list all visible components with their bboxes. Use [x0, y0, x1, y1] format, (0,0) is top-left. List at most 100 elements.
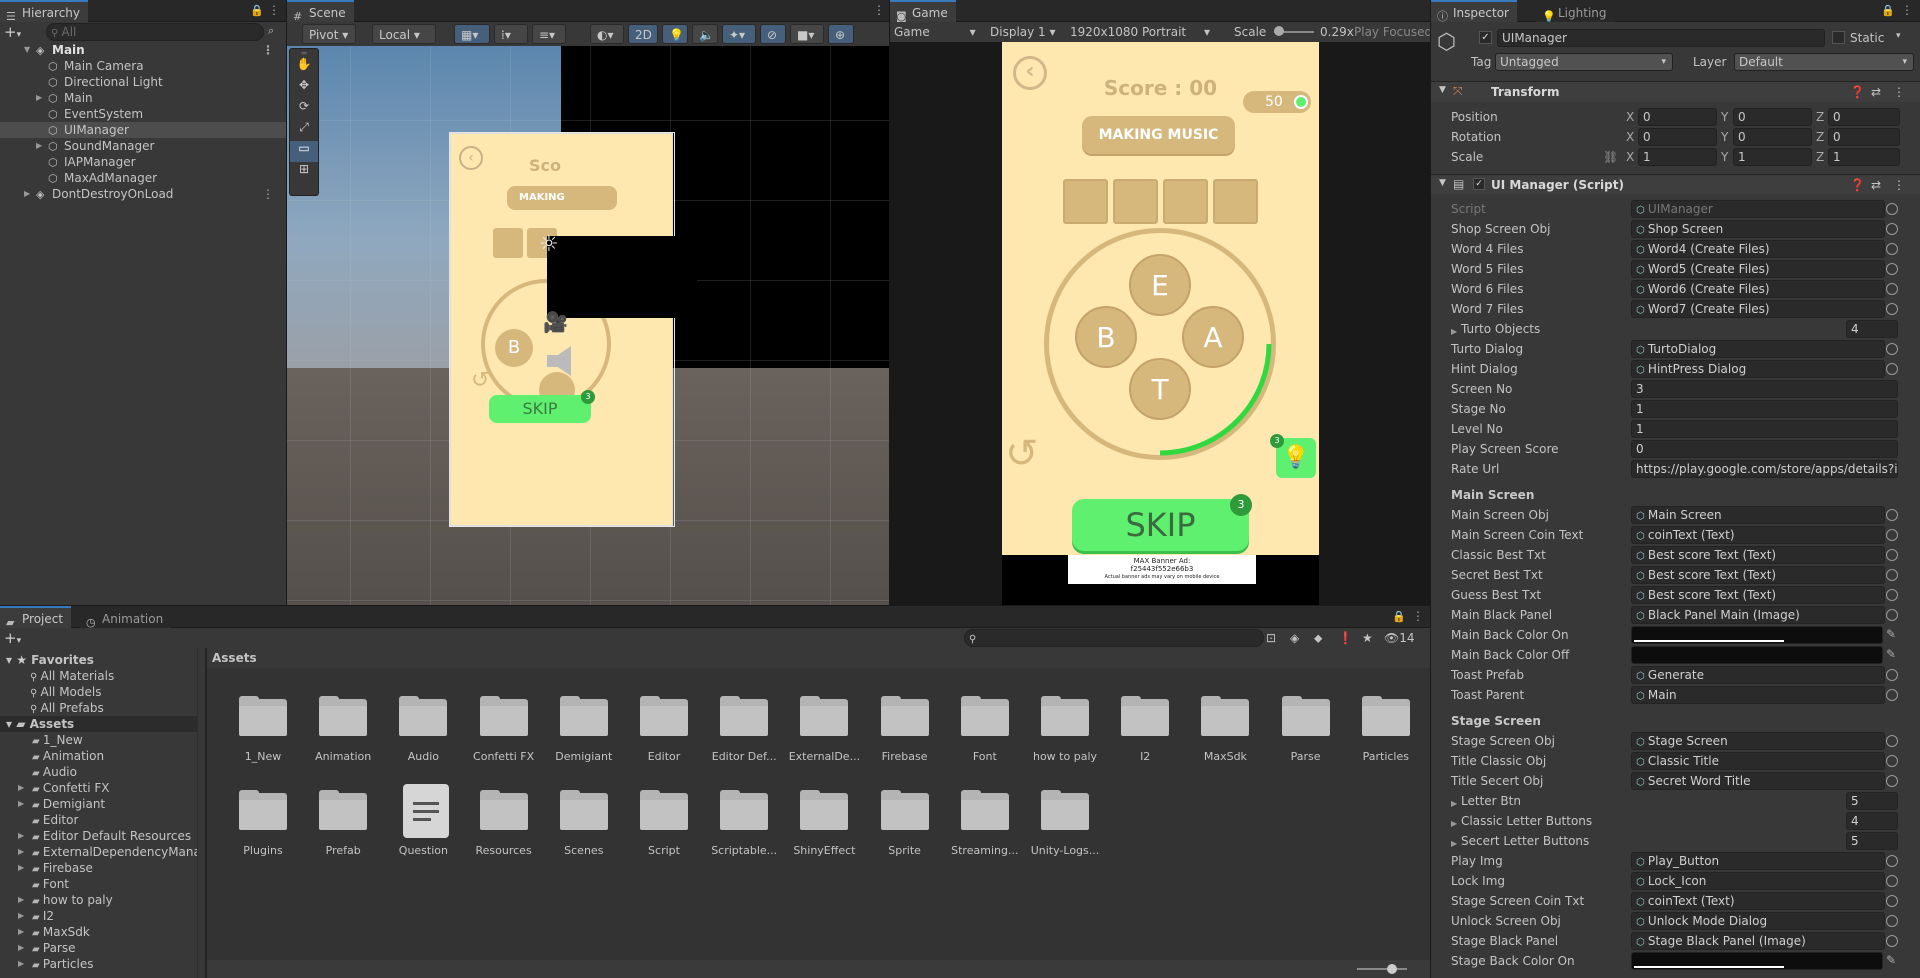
tab-project[interactable]: ▰ Project [0, 606, 72, 629]
object-reference-field[interactable]: ⬡ Best score Text (Text) [1631, 586, 1885, 604]
folder-tree-item[interactable]: ▶ ▰ Demigiant [0, 796, 198, 812]
eyedropper-icon[interactable]: ✎ [1886, 953, 1896, 967]
object-picker-icon[interactable] [1886, 509, 1898, 521]
folder-tree-item[interactable]: ▰ Font [0, 876, 198, 892]
asset-item[interactable]: Demigiant [544, 696, 624, 776]
tab-animation[interactable]: ◷ Animation [80, 606, 172, 629]
folder-tree-item[interactable]: ▶ ▰ I2 [0, 908, 198, 924]
object-picker-icon[interactable] [1886, 549, 1898, 561]
asset-item[interactable]: how to paly [1025, 696, 1105, 776]
object-reference-field[interactable]: ⬡ Unlock Mode Dialog [1631, 912, 1885, 930]
more-menu-icon[interactable]: ⋮ [268, 3, 280, 17]
transform-z-field[interactable]: 1 [1828, 148, 1900, 166]
gizmos-toggle-icon[interactable]: ⊕ [828, 24, 854, 44]
foldout-arrow-icon[interactable]: ▶ [36, 138, 42, 154]
foldout-arrow-icon[interactable]: ▶ [18, 924, 24, 940]
object-reference-field[interactable]: ⬡ Stage Screen [1631, 732, 1885, 750]
color-field[interactable] [1631, 952, 1883, 970]
asset-item[interactable]: Scenes [544, 790, 624, 870]
object-picker-icon[interactable] [1886, 689, 1898, 701]
folder-tree-item[interactable]: ▶ ▰ Firebase [0, 860, 198, 876]
tab-inspector[interactable]: ⓘ Inspector [1431, 0, 1517, 23]
favorites-header[interactable]: ▾ ★ Favorites [6, 652, 94, 668]
component-menu-icon[interactable]: ⋮ [1893, 85, 1905, 99]
object-picker-icon[interactable] [1886, 363, 1898, 375]
hierarchy-item[interactable]: ⬡ EventSystem [0, 106, 286, 122]
hierarchy-search-input[interactable]: ⚲ All [46, 23, 264, 41]
asset-item[interactable]: 1_New [223, 696, 303, 776]
static-dropdown-icon[interactable]: ▾ [1896, 31, 1901, 41]
display-dropdown[interactable]: Display 1 ▾ [990, 22, 1056, 42]
folder-tree-item[interactable]: ▶ ▰ Parse [0, 940, 198, 956]
foldout-arrow-icon[interactable]: ▶ [18, 780, 24, 796]
more-menu-icon[interactable]: ⋮ [262, 42, 274, 58]
object-reference-field[interactable]: ⬡ Word4 (Create Files) [1631, 240, 1885, 258]
active-checkbox[interactable]: ✓ [1479, 31, 1492, 44]
game-mode-dropdown[interactable]: Game ▾ [894, 22, 976, 42]
value-field[interactable]: 3 [1631, 380, 1898, 398]
eyedropper-icon[interactable]: ✎ [1886, 627, 1896, 641]
folder-tree-item[interactable]: ▰ Editor [0, 812, 198, 828]
object-reference-field[interactable]: ⬡ UIManager [1631, 200, 1885, 218]
tree-scrollbar[interactable] [197, 648, 198, 978]
asset-item[interactable]: Unity-Logs... [1025, 790, 1105, 870]
hierarchy-item[interactable]: ⬡ Directional Light [0, 74, 286, 90]
foldout-arrow-icon[interactable]: ▶ [18, 796, 24, 812]
object-picker-icon[interactable] [1886, 243, 1898, 255]
more-menu-icon[interactable]: ⋮ [1412, 609, 1424, 623]
foldout-arrow-icon[interactable]: ▶ [1451, 327, 1457, 336]
scene-viewport[interactable]: ‹ Sco MAKING B ↺ SKIP 3 💡 ☼ 🎥 ═ ✋ ✥ ⟳ ⤢ … [287, 46, 889, 605]
color-field[interactable] [1631, 626, 1883, 644]
object-picker-icon[interactable] [1886, 935, 1898, 947]
tab-lighting[interactable]: 💡 Lighting [1536, 0, 1615, 23]
favorite-item[interactable]: ⚲ All Prefabs [0, 700, 114, 716]
folder-tree-item[interactable]: ▶ ▰ ExternalDependencyMana [0, 844, 198, 860]
draw-mode-button[interactable]: ◐▾ [590, 24, 624, 44]
foldout-arrow-icon[interactable]: ▶ [18, 908, 24, 924]
object-reference-field[interactable]: ⬡ Stage Black Panel (Image) [1631, 932, 1885, 950]
folder-tree-item[interactable]: ▶ ▰ Editor Default Resources [0, 828, 198, 844]
object-reference-field[interactable]: ⬡ coinText (Text) [1631, 526, 1885, 544]
transform-y-field[interactable]: 0 [1733, 128, 1812, 146]
value-field[interactable]: 1 [1631, 400, 1898, 418]
static-checkbox[interactable] [1832, 31, 1845, 44]
transform-z-field[interactable]: 0 [1828, 108, 1900, 126]
preset-icon[interactable]: ⇄ [1871, 178, 1881, 192]
grid-visibility-button[interactable]: ≡▾ [532, 24, 566, 44]
pivot-dropdown[interactable]: Pivot ▾ [302, 24, 356, 44]
asset-item[interactable]: Scriptable... [704, 790, 784, 870]
create-button[interactable]: +▾ [4, 629, 21, 647]
asset-item[interactable]: Confetti FX [464, 696, 544, 776]
object-picker-icon[interactable] [1886, 303, 1898, 315]
object-reference-field[interactable]: ⬡ TurtoDialog [1631, 340, 1885, 358]
transform-z-field[interactable]: 0 [1828, 128, 1900, 146]
object-picker-icon[interactable] [1886, 203, 1898, 215]
2d-toggle[interactable]: 2D [628, 24, 658, 44]
object-reference-field[interactable]: ⬡ Lock_Icon [1631, 872, 1885, 890]
asset-item[interactable]: Plugins [223, 790, 303, 870]
object-reference-field[interactable]: ⬡ Black Panel Main (Image) [1631, 606, 1885, 624]
transform-x-field[interactable]: 0 [1638, 108, 1717, 126]
tab-game[interactable]: ◙ Game [890, 0, 956, 23]
hierarchy-item[interactable]: ⬡ IAPManager [0, 154, 286, 170]
camera-settings-icon[interactable]: ■▾ [790, 24, 824, 44]
lock-icon[interactable]: 🔒 [1392, 610, 1406, 623]
object-picker-icon[interactable] [1886, 343, 1898, 355]
object-reference-field[interactable]: ⬡ Word7 (Create Files) [1631, 300, 1885, 318]
asset-item[interactable]: Sprite [865, 790, 945, 870]
asset-item[interactable]: I2 [1105, 696, 1185, 776]
label-icon[interactable]: ⬥ [1314, 631, 1322, 646]
folder-tree-item[interactable]: ▶ ▰ MaxSdk [0, 924, 198, 940]
array-size-field[interactable]: 5 [1846, 832, 1898, 850]
transform-y-field[interactable]: 0 [1733, 108, 1812, 126]
tab-scene[interactable]: # Scene [287, 0, 354, 23]
object-reference-field[interactable]: ⬡ Play_Button [1631, 852, 1885, 870]
hierarchy-item[interactable]: ▶ ◈ DontDestroyOnLoad ⋮ [0, 186, 286, 202]
help-icon[interactable]: ❓ [1850, 85, 1865, 99]
foldout-arrow-icon[interactable]: ▶ [18, 940, 24, 956]
hierarchy-item[interactable]: ⬡ MaxAdManager [0, 170, 286, 186]
hierarchy-item[interactable]: ▶ ⬡ SoundManager [0, 138, 286, 154]
warning-filter-icon[interactable]: ❗ [1338, 631, 1353, 645]
object-picker-icon[interactable] [1886, 589, 1898, 601]
object-picker-icon[interactable] [1886, 529, 1898, 541]
